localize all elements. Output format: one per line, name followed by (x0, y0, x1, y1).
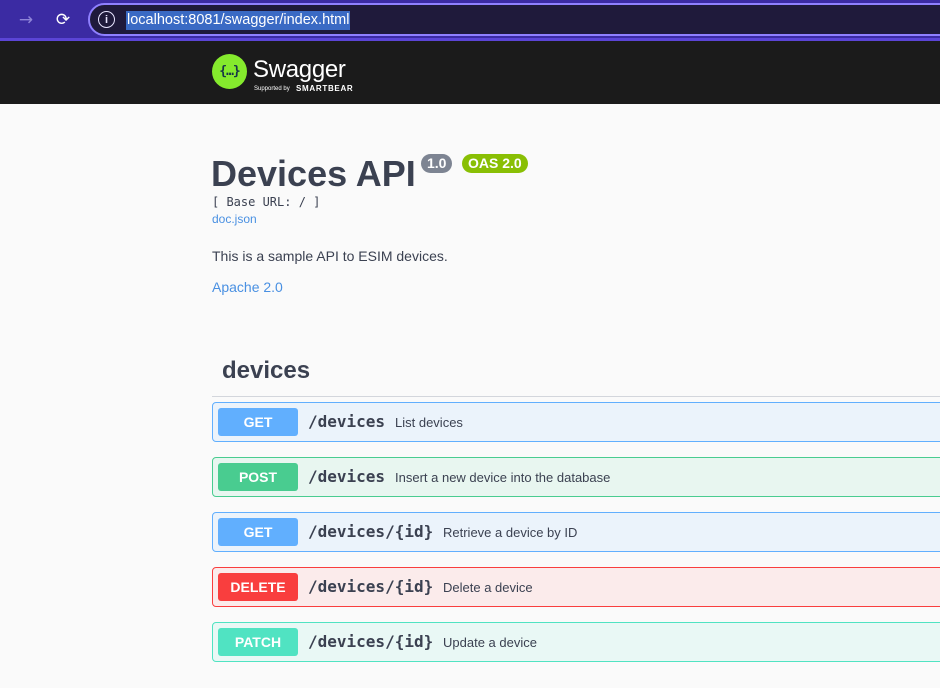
logo-smartbear: SMARTBEAR (296, 84, 354, 93)
oas-badge: OAS 2.0 (462, 154, 528, 173)
method-badge[interactable]: GET (218, 518, 298, 546)
operation-delete-device[interactable]: DELETE /devices/{id} Delete a device (212, 567, 940, 607)
logo-glyph: {…} (219, 64, 240, 79)
operation-post-devices[interactable]: POST /devices Insert a new device into t… (212, 457, 940, 497)
license-link[interactable]: Apache 2.0 (212, 279, 283, 295)
operation-path[interactable]: /devices/{id} (308, 632, 433, 651)
site-info-icon[interactable]: i (98, 11, 115, 28)
api-title: Devices API (211, 153, 416, 194)
logo-supported-by: Supported by (254, 86, 290, 92)
operation-path[interactable]: /devices (308, 467, 385, 486)
operation-summary: Retrieve a device by ID (443, 525, 578, 540)
method-badge[interactable]: POST (218, 463, 298, 491)
operation-patch-device[interactable]: PATCH /devices/{id} Update a device (212, 622, 940, 662)
url-text[interactable]: localhost:8081/swagger/index.html (126, 11, 351, 30)
method-badge[interactable]: PATCH (218, 628, 298, 656)
version-badge: 1.0 (421, 154, 453, 173)
swagger-logo-title[interactable]: Swagger (253, 56, 346, 84)
operation-summary: List devices (395, 415, 463, 430)
swagger-logo-icon[interactable]: {…} (212, 54, 247, 89)
operation-get-devices[interactable]: GET /devices List devices (212, 402, 940, 442)
method-badge[interactable]: DELETE (218, 573, 298, 601)
method-badge[interactable]: GET (218, 408, 298, 436)
operation-path[interactable]: /devices/{id} (308, 522, 433, 541)
base-url: [ Base URL: / ] (212, 195, 321, 209)
browser-toolbar: → ⟳ i localhost:8081/swagger/index.html (0, 0, 940, 41)
tag-title[interactable]: devices (222, 357, 310, 385)
swagger-topbar: {…} Swagger Supported by SMARTBEAR (0, 41, 940, 104)
operation-path[interactable]: /devices/{id} (308, 577, 433, 596)
operation-summary: Update a device (443, 635, 537, 650)
reload-icon[interactable]: ⟳ (52, 9, 74, 31)
operation-summary: Delete a device (443, 580, 533, 595)
operation-summary: Insert a new device into the database (395, 470, 611, 485)
tag-section-header[interactable]: devices (212, 355, 940, 397)
address-bar[interactable]: i localhost:8081/swagger/index.html (88, 3, 940, 36)
operation-get-device-by-id[interactable]: GET /devices/{id} Retrieve a device by I… (212, 512, 940, 552)
doc-json-link[interactable]: doc.json (212, 212, 257, 226)
api-description: This is a sample API to ESIM devices. (212, 248, 448, 264)
operation-path[interactable]: /devices (308, 412, 385, 431)
forward-arrow-icon[interactable]: → (15, 9, 37, 31)
